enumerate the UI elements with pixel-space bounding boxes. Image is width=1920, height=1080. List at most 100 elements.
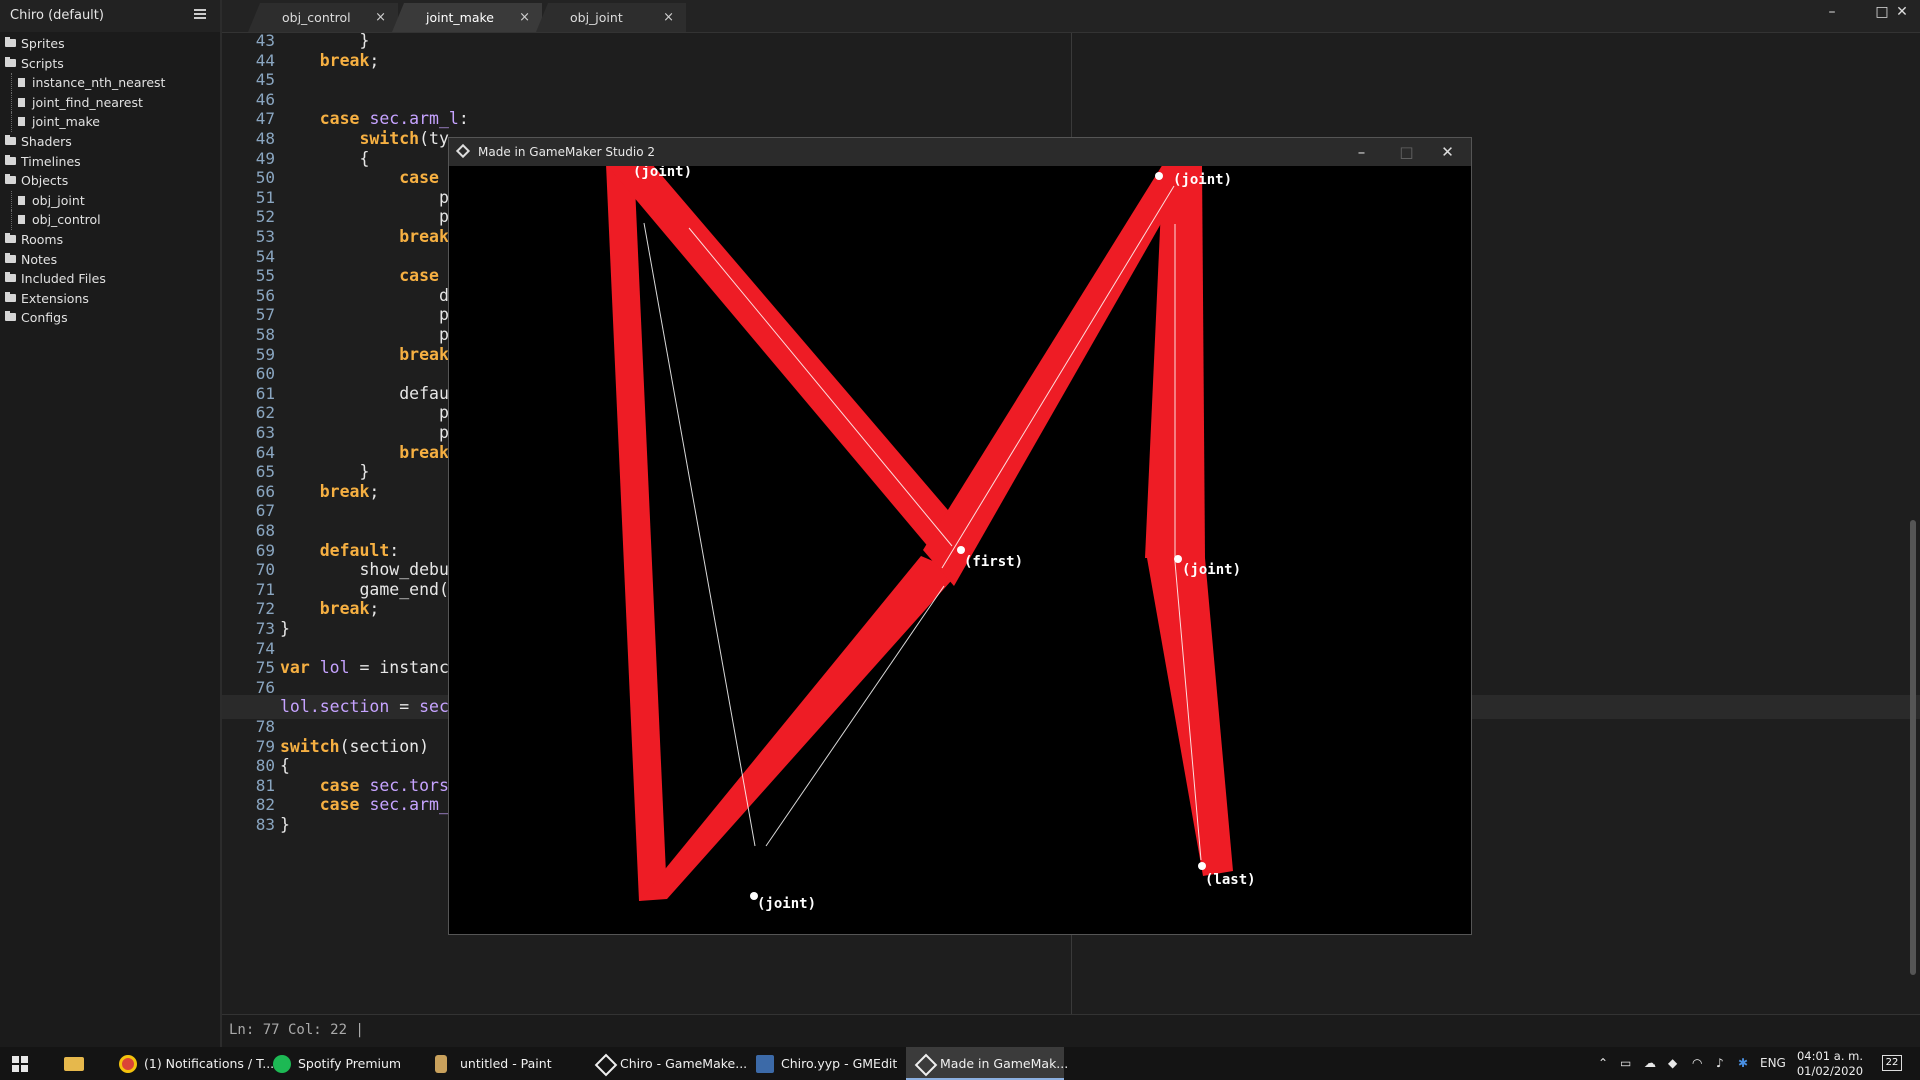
tree-folder[interactable]: Timelines — [0, 152, 220, 172]
code-line[interactable]: } — [280, 813, 290, 837]
line-number-gutter: 43 44 45 46 47 48 49 50 51 52 53 54 55 56 57 58 59 60 61 62… — [222, 31, 279, 1014]
taskbar-item-paint[interactable]: untitled - Paint — [426, 1047, 581, 1080]
bluetooth-icon[interactable]: ✱ — [1738, 1047, 1748, 1080]
clock[interactable]: 04:01 a. m. 01/02/2020 — [1795, 1049, 1865, 1079]
tree-folder[interactable]: Notes — [0, 250, 220, 270]
game-canvas[interactable]: (joint) (joint) (first) (joint) (last) (… — [449, 166, 1471, 934]
resource-tree-panel: Chiro (default) Sprites Scripts instance_n… — [0, 0, 222, 1047]
tab-label: obj_control — [282, 10, 351, 25]
limb-segment — [1147, 558, 1233, 876]
tree-item[interactable]: joint_make — [0, 112, 220, 132]
code-line[interactable]: break; — [280, 480, 380, 504]
close-tab-icon[interactable]: × — [375, 3, 386, 32]
tab-obj-joint[interactable]: obj_joint × — [536, 3, 686, 32]
dropbox-icon[interactable]: ◆ — [1668, 1047, 1677, 1080]
tree-item-label: Sprites — [21, 36, 65, 51]
taskbar-item-label: (1) Notifications / T... — [144, 1056, 275, 1071]
folder-icon — [5, 252, 16, 263]
tray-chevron-icon[interactable]: ⌃ — [1598, 1047, 1608, 1080]
tree-folder[interactable]: Sprites — [0, 34, 220, 54]
limb-segment — [606, 166, 667, 901]
folder-icon — [5, 311, 16, 322]
windows-start-icon[interactable] — [12, 1056, 28, 1072]
taskbar-item-gamemaker[interactable]: Chiro - GameMake... — [586, 1047, 747, 1080]
tree-item-label: Objects — [21, 173, 69, 189]
tab-obj-control[interactable]: obj_control × — [248, 3, 398, 32]
close-tab-icon[interactable]: × — [663, 3, 674, 32]
limb-segment — [607, 166, 965, 562]
joint-label: (joint) — [1173, 172, 1232, 188]
clock-time: 04:01 a. m. — [1796, 1049, 1863, 1063]
last-label: (last) — [1205, 872, 1256, 888]
folder-icon — [5, 134, 16, 145]
code-line[interactable]: switch(section) — [280, 735, 429, 759]
tree-item-label: instance_nth_nearest — [32, 75, 166, 91]
folder-icon — [5, 56, 16, 67]
battery-icon[interactable]: ▭ — [1620, 1047, 1631, 1080]
close-window-button[interactable]: ✕ — [1887, 4, 1917, 20]
file-icon — [18, 117, 25, 127]
taskbar-item-spotify[interactable]: Spotify Premium — [264, 1047, 419, 1080]
code-line[interactable]: var lol = instanc — [280, 656, 449, 680]
notification-count: 22 — [1885, 1057, 1899, 1068]
tree-item-label: Included Files — [21, 271, 106, 287]
game-window-title: Made in GameMaker Studio 2 — [478, 145, 656, 159]
tab-joint-make[interactable]: joint_make × — [392, 3, 542, 32]
tree-folder[interactable]: Configs — [0, 308, 220, 328]
joint-marker — [957, 546, 965, 554]
tree-item-label: Notes — [21, 251, 58, 267]
tree-item[interactable]: obj_control — [0, 210, 220, 230]
resource-tree: Sprites Scripts instance_nth_nearest joint_… — [0, 34, 220, 328]
taskbar-item-label: Spotify Premium — [298, 1056, 402, 1071]
first-label: (first) — [964, 554, 1023, 570]
spotify-icon — [273, 1055, 291, 1073]
language-indicator[interactable]: ENG — [1760, 1047, 1786, 1080]
minimize-button[interactable]: – — [1817, 4, 1847, 20]
taskbar-item-label: Chiro - GameMake... — [620, 1056, 748, 1071]
chrome-icon — [119, 1055, 137, 1073]
network-icon[interactable]: ◠ — [1692, 1047, 1702, 1080]
tree-item[interactable]: obj_joint — [0, 190, 220, 211]
taskbar-item-chrome[interactable]: (1) Notifications / T... — [110, 1047, 274, 1080]
tree-folder[interactable]: Extensions — [0, 289, 220, 309]
code-line[interactable]: } — [280, 617, 290, 641]
joint-marker — [1174, 555, 1182, 563]
limb-segment — [639, 556, 959, 901]
notification-center-icon[interactable]: 22 — [1882, 1055, 1902, 1071]
tree-item-label: Rooms — [21, 231, 64, 247]
tree-item[interactable]: instance_nth_nearest — [0, 73, 220, 93]
tree-item-label: Scripts — [21, 55, 64, 71]
taskbar-item-label: Chiro.yyp - GMEdit — [781, 1056, 898, 1071]
game-window[interactable]: Made in GameMaker Studio 2 – □ ✕ (joint)… — [448, 137, 1472, 935]
close-tab-icon[interactable]: × — [519, 3, 530, 32]
game-window-titlebar[interactable]: Made in GameMaker Studio 2 – □ ✕ — [449, 138, 1471, 166]
tree-folder[interactable]: Objects — [0, 171, 220, 191]
vertical-scrollbar[interactable] — [1910, 520, 1916, 975]
volume-icon[interactable]: ♪ — [1716, 1047, 1724, 1080]
tree-folder[interactable]: Scripts — [0, 54, 220, 74]
game-close-button[interactable]: ✕ — [1425, 138, 1470, 166]
tree-folder[interactable]: Rooms — [0, 230, 220, 250]
code-line[interactable]: lol.section = sec — [280, 695, 449, 719]
code-line[interactable]: break; — [280, 49, 380, 73]
joint-marker — [1155, 172, 1163, 180]
game-minimize-button[interactable]: – — [1339, 138, 1384, 166]
tree-item[interactable]: joint_find_nearest — [0, 92, 220, 113]
folder-icon — [5, 272, 16, 283]
tree-folder[interactable]: Shaders — [0, 132, 220, 152]
code-line[interactable]: break — [280, 343, 449, 367]
project-title: Chiro (default) — [10, 8, 104, 23]
code-line[interactable]: break — [280, 225, 449, 249]
code-line[interactable]: break; — [280, 597, 380, 621]
game-maximize-button[interactable]: □ — [1384, 138, 1429, 166]
joint-label: (joint) — [757, 896, 816, 912]
tree-folder[interactable]: Included Files — [0, 269, 220, 289]
taskbar-item-game[interactable]: Made in GameMak... — [906, 1047, 1068, 1080]
cloud-icon[interactable]: ☁ — [1644, 1047, 1656, 1080]
gamemaker-logo-icon — [455, 143, 471, 159]
hamburger-menu-icon[interactable] — [194, 9, 206, 19]
taskbar-item-gmedit[interactable]: Chiro.yyp - GMEdit — [747, 1047, 902, 1080]
file-explorer-icon[interactable] — [64, 1057, 84, 1071]
tree-item-label: obj_joint — [32, 192, 85, 208]
windows-taskbar: (1) Notifications / T... Spotify Premium… — [0, 1047, 1920, 1080]
